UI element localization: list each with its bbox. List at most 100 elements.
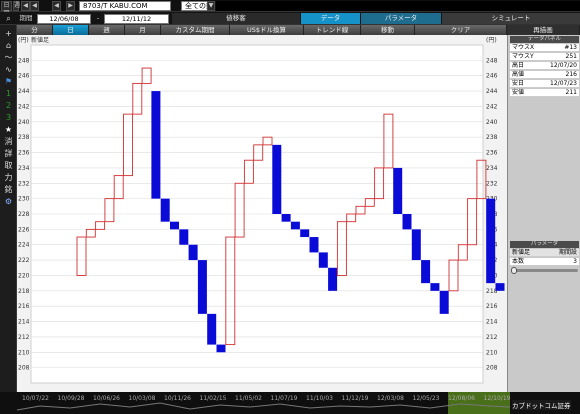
symbol-input[interactable]: 8703/T KABU.COM bbox=[79, 1, 171, 11]
kanji-mei-icon[interactable]: 銘 bbox=[2, 184, 15, 196]
down-bar[interactable] bbox=[216, 344, 226, 353]
building-icon[interactable]: ⌂ bbox=[2, 40, 15, 52]
down-bar[interactable] bbox=[421, 260, 431, 284]
down-bar[interactable] bbox=[170, 221, 179, 230]
down-bar[interactable] bbox=[328, 267, 338, 291]
down-bar[interactable] bbox=[309, 237, 319, 253]
next-button[interactable]: ▶ bbox=[66, 1, 75, 11]
down-bar[interactable] bbox=[151, 91, 161, 199]
star-icon[interactable]: ★ bbox=[2, 124, 15, 136]
down-bar[interactable] bbox=[179, 229, 189, 245]
number-3-icon[interactable]: 3 bbox=[2, 112, 15, 124]
chart-area-icon[interactable]: ∿ bbox=[2, 64, 15, 76]
down-bar[interactable] bbox=[393, 167, 403, 214]
param-col-setting: 期間設 bbox=[558, 249, 577, 256]
parameter-slider[interactable] bbox=[511, 267, 578, 274]
from-date-input[interactable]: 12/06/08 bbox=[37, 14, 91, 24]
scope-dropdown-icon[interactable]: ▼ bbox=[207, 1, 215, 11]
down-bar[interactable] bbox=[197, 260, 207, 314]
chart-type-label: 新値足 bbox=[31, 36, 49, 44]
timeline-date-label: 10/11/26 bbox=[164, 395, 191, 402]
y-tick-label-left: 244 bbox=[18, 88, 30, 95]
y-tick-label-right: 234 bbox=[486, 165, 498, 172]
down-bar[interactable] bbox=[430, 283, 440, 291]
data-panel-header: データパネル bbox=[510, 36, 579, 43]
chart-line-icon[interactable]: 〜 bbox=[2, 52, 15, 64]
move-button[interactable]: 移動 bbox=[361, 25, 415, 35]
clear-button[interactable]: クリア bbox=[415, 25, 507, 35]
down-bar[interactable] bbox=[318, 252, 328, 268]
tab-minute[interactable]: 分 bbox=[17, 25, 53, 35]
prev-button[interactable]: ◀ bbox=[30, 1, 39, 11]
number-2-icon[interactable]: 2 bbox=[2, 100, 15, 112]
down-bar[interactable] bbox=[300, 229, 310, 238]
first-button[interactable]: ◀ bbox=[21, 1, 30, 11]
kanji-ke-icon[interactable]: 消 bbox=[2, 136, 15, 148]
tab-parameter[interactable]: パラメータ bbox=[361, 13, 441, 24]
redraw-button[interactable]: 再描画 bbox=[507, 25, 580, 35]
down-bar[interactable] bbox=[281, 214, 291, 222]
daily-toggle[interactable]: 日足 bbox=[1, 1, 12, 17]
y-tick-label-left: 208 bbox=[18, 365, 30, 372]
message-bar bbox=[216, 1, 580, 11]
back-button[interactable]: ◀ bbox=[52, 1, 61, 11]
down-bar[interactable] bbox=[495, 283, 505, 291]
search-icon[interactable]: ⌕ bbox=[2, 13, 15, 25]
down-bar[interactable] bbox=[402, 214, 412, 230]
number-1-icon[interactable]: 1 bbox=[2, 88, 15, 100]
down-bar[interactable] bbox=[411, 229, 421, 261]
down-bar[interactable] bbox=[188, 244, 198, 261]
flag-icon[interactable]: ⚑ bbox=[2, 76, 15, 88]
down-bar[interactable] bbox=[207, 313, 217, 345]
timeline-date-label: 12/08/06 bbox=[448, 395, 475, 402]
timeline-date-label: 11/10/03 bbox=[306, 395, 333, 402]
param-key: 本数 bbox=[512, 258, 525, 265]
data-panel-value: 12/07/20 bbox=[550, 62, 577, 69]
tab-data[interactable]: データ bbox=[301, 13, 360, 24]
y-tick-label-left: 228 bbox=[18, 211, 30, 218]
weekly-toggle[interactable]: 週 bbox=[13, 1, 20, 11]
left-tool-bar: + ⌂ 〜 ∿ ⚑ 1 2 3 ★ 消詳取力銘 ⚙ bbox=[0, 25, 17, 399]
tab-month[interactable]: 月 bbox=[125, 25, 161, 35]
parameter-row[interactable]: 本数 3 bbox=[510, 258, 579, 266]
y-tick-label-left: 216 bbox=[18, 303, 30, 310]
down-bar[interactable] bbox=[160, 198, 170, 222]
y-tick-label-left: 214 bbox=[18, 319, 30, 326]
y-tick-label-left: 212 bbox=[18, 334, 30, 341]
to-date-input[interactable]: 12/11/12 bbox=[104, 14, 169, 24]
kanji-shou-icon[interactable]: 詳 bbox=[2, 148, 15, 160]
crosshair-icon[interactable]: + bbox=[2, 28, 15, 40]
y-tick-label-left: 220 bbox=[18, 272, 30, 279]
down-bar[interactable] bbox=[439, 290, 449, 314]
param-col-name: 新値足 bbox=[512, 249, 531, 256]
down-bar[interactable] bbox=[290, 221, 300, 230]
param-value[interactable]: 3 bbox=[573, 258, 577, 266]
tab-week[interactable]: 週 bbox=[89, 25, 125, 35]
y-tick-label-right: 244 bbox=[486, 88, 498, 95]
data-panel-key: マウスY bbox=[512, 53, 534, 60]
kanji-ryoku-icon[interactable]: 力 bbox=[2, 172, 15, 184]
down-bar[interactable] bbox=[272, 144, 282, 214]
y-tick-label-left: 224 bbox=[18, 242, 30, 249]
tab-sub-info[interactable]: 値移客 bbox=[172, 13, 300, 24]
timeline-date-label: 10/07/22 bbox=[22, 395, 49, 402]
data-panel-key: 高値 bbox=[512, 71, 525, 78]
y-tick-label-left: 240 bbox=[18, 119, 30, 126]
y-axis-unit-right: (円) bbox=[486, 37, 497, 44]
right-panel: データパネル マウスX #13 マウスY 251 高日 12/07/20 高値 216 安日 12… bbox=[507, 35, 580, 392]
price-chart[interactable]: 208 208 210 210 212 212 214 214 216 216 218 218 220 2… bbox=[17, 35, 507, 392]
usd-convert-button[interactable]: US$ドル換算 bbox=[230, 25, 304, 35]
tab-simulate[interactable]: シミュレート bbox=[442, 13, 580, 24]
timeline-navigator[interactable]: 10/07/22 10/09/28 10/06/26 10/03/08 10/11/26… bbox=[0, 392, 580, 414]
chart-canvas[interactable]: 208 208210 210212 212214 214216 216218 2182202… bbox=[17, 35, 507, 392]
custom-period-button[interactable]: カスタム期間 bbox=[161, 25, 230, 35]
y-tick-label-left: 242 bbox=[18, 103, 30, 110]
y-tick-label-left: 238 bbox=[18, 134, 30, 141]
tab-day[interactable]: 日 bbox=[53, 25, 89, 35]
down-bar[interactable] bbox=[486, 198, 496, 284]
kanji-shu-icon[interactable]: 取 bbox=[2, 160, 15, 172]
gear-icon[interactable]: ⚙ bbox=[2, 196, 15, 208]
slider-handle[interactable] bbox=[511, 267, 517, 274]
timeline-date-label: 10/09/28 bbox=[57, 395, 85, 402]
trendline-button[interactable]: トレンド線 bbox=[304, 25, 361, 35]
